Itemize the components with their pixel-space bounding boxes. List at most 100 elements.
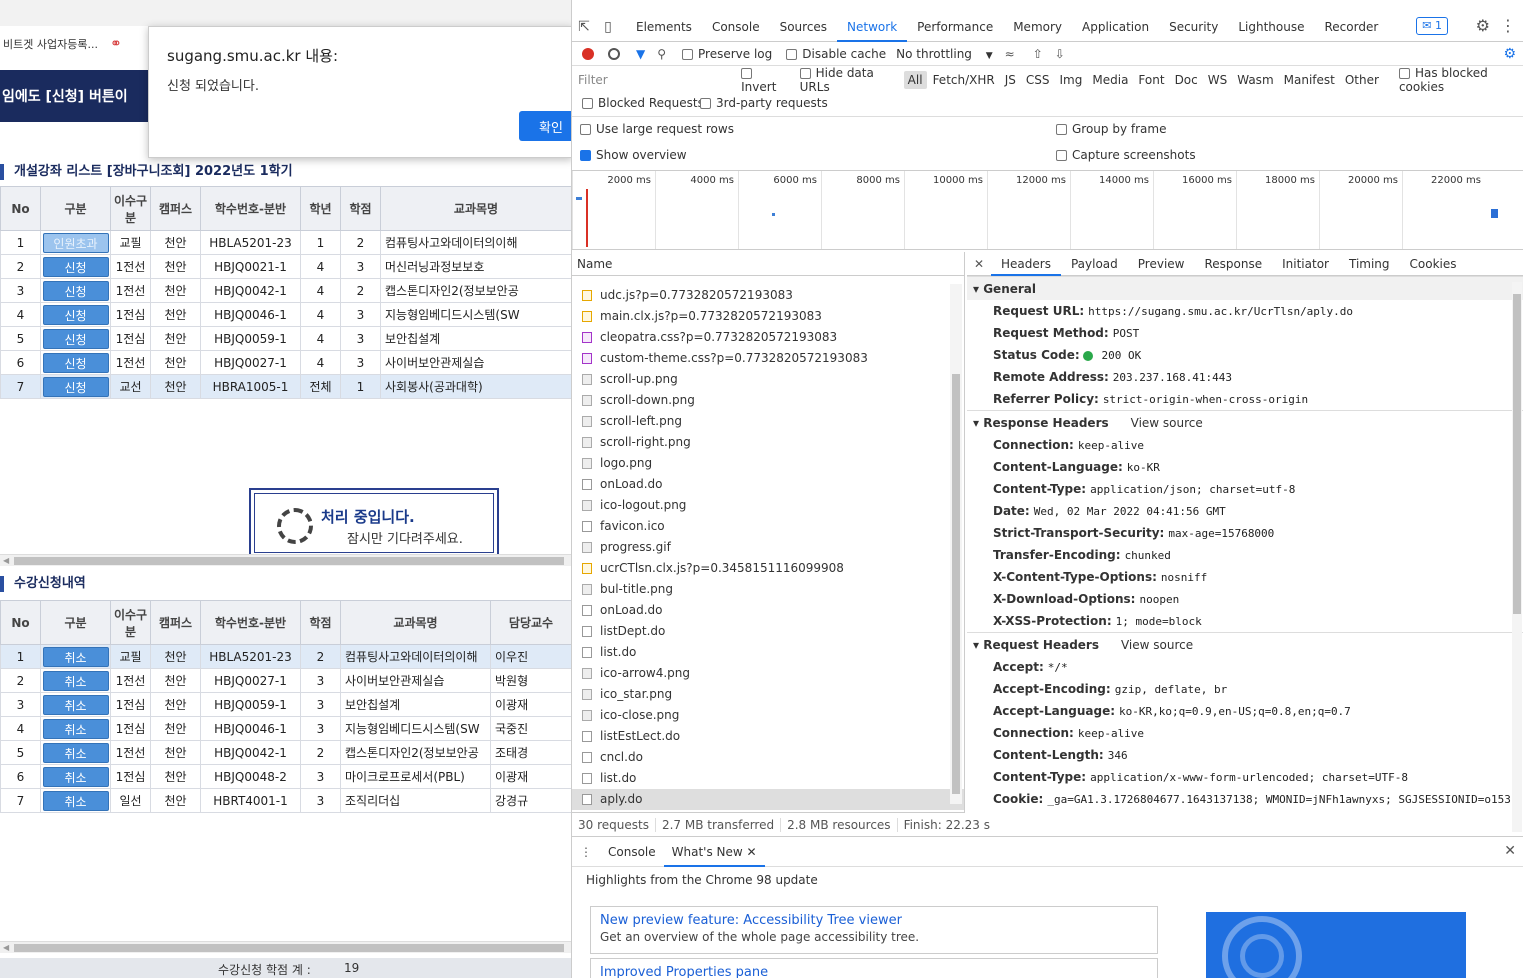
- table-row[interactable]: 1 인원초과 교필 천안 HBLA5201-23 1 2 컴퓨팅사고와데이터의이해: [0, 230, 571, 255]
- view-source-link[interactable]: View source: [1131, 416, 1203, 430]
- table-row[interactable]: 3 신청 1전선 천안 HBJQ0042-1 4 2 캡스톤디자인2(정보보안공: [0, 278, 571, 303]
- request-row[interactable]: udc.js?p=0.7732820572193083: [572, 285, 964, 306]
- checkbox-box[interactable]: [682, 48, 694, 60]
- network-settings-icon[interactable]: ⚙: [1503, 46, 1516, 62]
- scrollbar-thumb[interactable]: [1513, 294, 1521, 614]
- scroll-left-icon[interactable]: ◀: [3, 556, 9, 565]
- apply-button[interactable]: 신청: [42, 328, 109, 349]
- request-row[interactable]: ucrCTlsn.clx.js?p=0.3458151116099908: [572, 558, 964, 579]
- has-blocked-cookies-checkbox[interactable]: Has blocked cookies: [1398, 66, 1523, 94]
- checkbox-box[interactable]: [580, 124, 591, 135]
- more-options-icon[interactable]: ⋮: [1500, 16, 1516, 35]
- request-row[interactable]: custom-theme.css?p=0.7732820572193083: [572, 348, 964, 369]
- detail-tab-cookies[interactable]: Cookies: [1400, 252, 1467, 276]
- request-row[interactable]: ico-arrow4.png: [572, 663, 964, 684]
- tab-memory[interactable]: Memory: [1003, 12, 1072, 42]
- cancel-button[interactable]: 취소: [42, 766, 109, 787]
- apply-button[interactable]: 신청: [42, 352, 109, 373]
- checkbox-box[interactable]: [1056, 150, 1067, 161]
- request-row[interactable]: favicon.ico: [572, 516, 964, 537]
- network-conditions-icon[interactable]: ≈: [1005, 47, 1015, 61]
- checkbox-box[interactable]: [1056, 124, 1067, 135]
- close-tab-icon[interactable]: ✕: [747, 845, 757, 859]
- request-row[interactable]: main.clx.js?p=0.7732820572193083: [572, 306, 964, 327]
- filter-type-ws[interactable]: WS: [1204, 71, 1231, 89]
- request-row[interactable]: progress.gif: [572, 537, 964, 558]
- preserve-log-checkbox[interactable]: Preserve log: [682, 47, 772, 61]
- show-overview-checkbox[interactable]: Show overview: [580, 148, 687, 162]
- column-header[interactable]: 교과목명: [340, 600, 491, 645]
- column-header[interactable]: 교과목명: [380, 186, 571, 231]
- scrollbar-thumb[interactable]: [14, 557, 564, 565]
- detail-tab-response[interactable]: Response: [1194, 252, 1272, 276]
- close-icon[interactable]: ✕: [967, 257, 991, 271]
- column-header[interactable]: 구분: [40, 600, 111, 645]
- request-row[interactable]: ico_star.png: [572, 684, 964, 705]
- checkbox-box[interactable]: [741, 68, 753, 79]
- filter-type-doc[interactable]: Doc: [1171, 71, 1202, 89]
- tab-network[interactable]: Network: [837, 12, 908, 42]
- table-row[interactable]: 7 신청 교선 천안 HBRA1005-1 전체 1 사회봉사(공과대학): [0, 374, 571, 399]
- filter-type-wasm[interactable]: Wasm: [1233, 71, 1277, 89]
- detail-tab-headers[interactable]: Headers: [991, 252, 1061, 276]
- table-row[interactable]: 5 신청 1전심 천안 HBJQ0059-1 4 3 보안칩설계: [0, 326, 571, 351]
- scrollbar-thumb[interactable]: [952, 374, 960, 794]
- cancel-button[interactable]: 취소: [42, 718, 109, 739]
- request-row[interactable]: ico-close.png: [572, 705, 964, 726]
- horizontal-scrollbar-2[interactable]: ◀: [0, 941, 571, 953]
- apply-button[interactable]: 신청: [42, 280, 109, 301]
- import-har-icon[interactable]: ⇧: [1033, 47, 1043, 61]
- column-header[interactable]: 담당교수: [490, 600, 571, 645]
- request-row[interactable]: scroll-left.png: [572, 411, 964, 432]
- request-row[interactable]: ico-logout.png: [572, 495, 964, 516]
- table-row[interactable]: 6 취소 1전심 천안 HBJQ0048-2 3 마이크로프로세서(PBL) 이광재: [0, 764, 571, 789]
- checkbox-box[interactable]: [786, 48, 798, 60]
- record-icon[interactable]: [582, 47, 594, 60]
- third-party-checkbox[interactable]: 3rd-party requests: [700, 96, 828, 110]
- hide-data-urls-checkbox[interactable]: Hide data URLs: [799, 66, 898, 94]
- filter-type-manifest[interactable]: Manifest: [1280, 71, 1339, 89]
- cancel-button[interactable]: 취소: [42, 694, 109, 715]
- column-header[interactable]: 학점: [300, 600, 341, 645]
- request-row[interactable]: listEstLect.do: [572, 726, 964, 747]
- drawer-menu-icon[interactable]: ⋮: [572, 845, 600, 859]
- filter-type-fetch-xhr[interactable]: Fetch/XHR: [929, 71, 999, 89]
- settings-gear-icon[interactable]: ⚙: [1476, 16, 1490, 35]
- column-header[interactable]: 이수구분: [110, 600, 151, 645]
- clear-icon[interactable]: [608, 47, 620, 60]
- tab-application[interactable]: Application: [1072, 12, 1159, 42]
- apply-button[interactable]: 신청: [42, 376, 109, 397]
- table-row[interactable]: 2 신청 1전선 천안 HBJQ0021-1 4 3 머신러닝과정보보호: [0, 254, 571, 279]
- drawer-tab-whats-new[interactable]: What's New ✕: [663, 837, 765, 867]
- checkbox-box[interactable]: [799, 68, 811, 79]
- filter-icon[interactable]: ▼: [636, 47, 645, 61]
- request-row[interactable]: cncl.do: [572, 747, 964, 768]
- response-headers-section-header[interactable]: ▾ Response Headers View source: [967, 410, 1523, 434]
- table-row[interactable]: 4 신청 1전심 천안 HBJQ0046-1 4 3 지능형임베디드시스템(SW: [0, 302, 571, 327]
- details-scrollbar[interactable]: [1512, 282, 1522, 832]
- apply-button[interactable]: 신청: [42, 256, 109, 277]
- request-row[interactable]: onLoad.do: [572, 474, 964, 495]
- group-by-frame-checkbox[interactable]: Group by frame: [1056, 122, 1166, 136]
- large-rows-checkbox[interactable]: Use large request rows: [580, 122, 734, 136]
- column-header[interactable]: 이수구분: [110, 186, 151, 231]
- column-header[interactable]: 구분: [40, 186, 111, 231]
- column-header[interactable]: No: [0, 186, 41, 231]
- bookmark-item[interactable]: 비트겟 사업자등록...: [3, 36, 98, 52]
- horizontal-scrollbar[interactable]: ◀: [0, 554, 571, 566]
- export-har-icon[interactable]: ⇩: [1055, 47, 1065, 61]
- tab-elements[interactable]: Elements: [626, 12, 702, 42]
- feature-card[interactable]: New preview feature: Accessibility Tree …: [590, 906, 1158, 954]
- scroll-left-icon[interactable]: ◀: [3, 943, 9, 952]
- apply-button[interactable]: 신청: [42, 304, 109, 325]
- cancel-button[interactable]: 취소: [42, 646, 109, 667]
- filter-type-media[interactable]: Media: [1088, 71, 1132, 89]
- detail-tab-initiator[interactable]: Initiator: [1272, 252, 1339, 276]
- drawer-tab-console[interactable]: Console: [600, 837, 664, 867]
- checkbox-box[interactable]: [582, 98, 593, 109]
- filter-type-css[interactable]: CSS: [1022, 71, 1054, 89]
- request-row[interactable]: aply.do: [572, 789, 964, 810]
- filter-type-all[interactable]: All: [903, 71, 927, 89]
- detail-tab-preview[interactable]: Preview: [1128, 252, 1195, 276]
- filter-type-img[interactable]: Img: [1056, 71, 1087, 89]
